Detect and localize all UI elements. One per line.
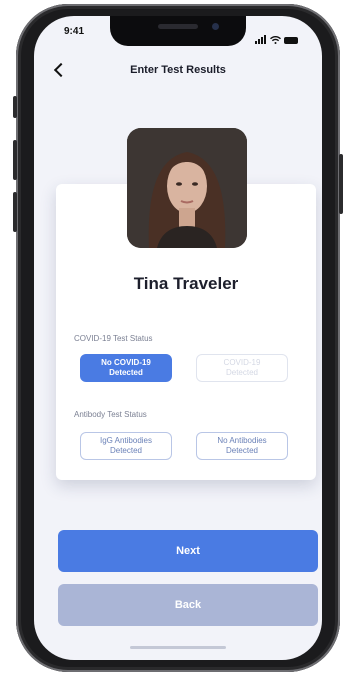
volume-up-button — [13, 140, 17, 180]
signal-icon — [255, 26, 267, 44]
covid-status-label: COVID-19 Test Status — [74, 334, 153, 343]
power-button — [339, 154, 343, 214]
speaker — [158, 24, 198, 29]
traveler-name: Tina Traveler — [133, 274, 239, 293]
no-covid-detected-option[interactable]: No COVID-19 Detected — [80, 354, 172, 382]
front-camera — [212, 23, 219, 30]
notch — [110, 16, 246, 46]
page-title: Enter Test Results — [130, 64, 226, 76]
battery-icon — [284, 37, 298, 44]
status-icons — [255, 26, 298, 44]
profile-photo — [127, 128, 247, 248]
phone-screen: 9:41 Enter Test Results Tina Traveler CO… — [34, 16, 322, 660]
covid-detected-option[interactable]: COVID-19 Detected — [196, 354, 288, 382]
next-button[interactable]: Next — [58, 530, 318, 572]
home-indicator — [130, 646, 226, 649]
mute-switch — [13, 96, 17, 118]
volume-down-button — [13, 192, 17, 232]
antibody-status-label: Antibody Test Status — [74, 410, 147, 419]
igg-antibodies-detected-option[interactable]: IgG Antibodies Detected — [80, 432, 172, 460]
status-time: 9:41 — [64, 26, 85, 37]
no-antibodies-detected-option[interactable]: No Antibodies Detected — [196, 432, 288, 460]
profile-photo-illustration — [127, 128, 247, 248]
wifi-icon — [270, 36, 281, 44]
back-button[interactable]: Back — [58, 584, 318, 626]
